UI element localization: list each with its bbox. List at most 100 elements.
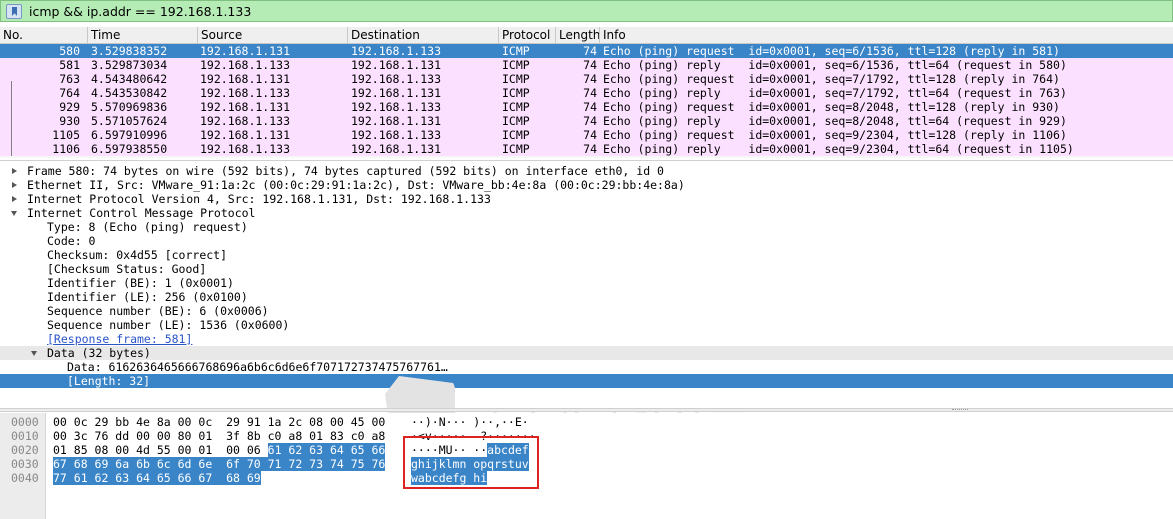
- packet-list[interactable]: No. Time Source Destination Protocol Len…: [0, 27, 1173, 158]
- packet-info: Echo (ping) request id=0x0001, seq=7/179…: [603, 72, 1060, 86]
- detail-row[interactable]: Frame 580: 74 bytes on wire (592 bits), …: [0, 164, 1173, 178]
- packet-time: 3.529873034: [91, 58, 168, 72]
- packet-info: Echo (ping) request id=0x0001, seq=9/230…: [603, 128, 1067, 142]
- packet-row[interactable]: 764 4.543530842 192.168.1.133 192.168.1.131…: [0, 86, 1173, 100]
- column-length[interactable]: Length: [555, 27, 599, 44]
- detail-row[interactable]: Internet Protocol Version 4, Src: 192.16…: [0, 192, 1173, 206]
- expand-arrow-icon[interactable]: [11, 211, 17, 216]
- packet-time: 5.571057624: [91, 114, 168, 128]
- hex-line[interactable]: 77 61 62 63 64 65 66 67 68 69: [53, 471, 261, 485]
- packet-row[interactable]: 763 4.543480642 192.168.1.131 192.168.1.133…: [0, 72, 1173, 86]
- packet-row[interactable]: 1105 6.597910996 192.168.1.131 192.168.1.13…: [0, 128, 1173, 142]
- hex-line[interactable]: 01 85 08 00 4d 55 00 01 00 06 61 62 63 6…: [53, 443, 386, 457]
- response-frame-link[interactable]: [Response frame: 581]: [47, 332, 192, 346]
- column-protocol[interactable]: Protocol: [498, 27, 555, 44]
- packet-info: Echo (ping) reply id=0x0001, seq=6/1536,…: [603, 58, 1067, 72]
- hex-line[interactable]: 67 68 69 6a 6b 6c 6d 6e 6f 70 71 72 73 7…: [53, 457, 386, 471]
- detail-row[interactable]: Identifier (BE): 1 (0x0001): [0, 276, 1173, 290]
- packet-length: 74: [583, 72, 597, 86]
- packet-source: 192.168.1.131: [200, 72, 291, 86]
- byte-offset: 0040: [11, 471, 39, 485]
- packet-row[interactable]: 930 5.571057624 192.168.1.133 192.168.1.131…: [0, 114, 1173, 128]
- packet-source: 192.168.1.131: [200, 100, 291, 114]
- detail-row[interactable]: [Response frame: 581]: [0, 332, 1173, 346]
- packet-source: 192.168.1.131: [200, 128, 291, 142]
- packet-length: 74: [583, 128, 597, 142]
- packet-protocol: ICMP: [502, 114, 530, 128]
- packet-no: 1105: [52, 128, 80, 142]
- packet-time: 6.597938550: [91, 142, 168, 156]
- packet-info: Echo (ping) reply id=0x0001, seq=8/2048,…: [603, 114, 1067, 128]
- detail-row[interactable]: Identifier (LE): 256 (0x0100): [0, 290, 1173, 304]
- packet-info: Echo (ping) reply id=0x0001, seq=9/2304,…: [603, 142, 1074, 156]
- packet-protocol: ICMP: [502, 86, 530, 100]
- packet-row[interactable]: 581 3.529873034 192.168.1.133 192.168.1.131…: [0, 58, 1173, 72]
- packet-protocol: ICMP: [502, 128, 530, 142]
- packet-length: 74: [583, 142, 597, 156]
- packet-source: 192.168.1.131: [200, 44, 291, 58]
- column-no[interactable]: No.: [0, 27, 87, 44]
- pane-splitter[interactable]: [0, 408, 1173, 412]
- detail-text: Data: 6162636465666768696a6b6c6d6e6f7071…: [67, 360, 448, 374]
- detail-row[interactable]: Ethernet II, Src: VMware_91:1a:2c (00:0c…: [0, 178, 1173, 192]
- detail-text: Sequence number (BE): 6 (0x0006): [47, 304, 269, 318]
- detail-text: Ethernet II, Src: VMware_91:1a:2c (00:0c…: [27, 178, 685, 192]
- detail-row[interactable]: Data: 6162636465666768696a6b6c6d6e6f7071…: [0, 360, 1173, 374]
- packet-destination: 192.168.1.133: [351, 44, 442, 58]
- packet-time: 3.529838352: [91, 44, 168, 58]
- packet-length: 74: [583, 100, 597, 114]
- packet-destination: 192.168.1.133: [351, 72, 442, 86]
- detail-row[interactable]: Sequence number (BE): 6 (0x0006): [0, 304, 1173, 318]
- collapse-arrow-icon[interactable]: [12, 168, 17, 174]
- collapse-arrow-icon[interactable]: [12, 182, 17, 188]
- detail-text: [Checksum Status: Good]: [47, 262, 207, 276]
- expand-arrow-icon[interactable]: [31, 351, 37, 356]
- packet-row[interactable]: 1106 6.597938550 192.168.1.133 192.168.1.13…: [0, 142, 1173, 156]
- column-destination[interactable]: Destination: [347, 27, 498, 44]
- detail-text: [Length: 32]: [67, 374, 151, 388]
- packet-length: 74: [583, 86, 597, 100]
- byte-offset: 0020: [11, 443, 39, 457]
- packet-no: 930: [59, 114, 80, 128]
- packet-no: 764: [59, 86, 80, 100]
- column-info[interactable]: Info: [599, 27, 1173, 44]
- hex-line[interactable]: 00 3c 76 dd 00 00 80 01 3f 8b c0 a8 01 8…: [53, 429, 385, 443]
- detail-text: Identifier (LE): 256 (0x0100): [47, 290, 248, 304]
- column-time[interactable]: Time: [87, 27, 197, 44]
- packet-row[interactable]: 580 3.529838352 192.168.1.131 192.168.1.133…: [0, 44, 1173, 58]
- detail-row[interactable]: Code: 0: [0, 234, 1173, 248]
- packet-length: 74: [583, 58, 597, 72]
- detail-text: Code: 0: [47, 234, 96, 248]
- collapse-arrow-icon[interactable]: [12, 196, 17, 202]
- ascii-line[interactable]: ··)·N··· )··,··E·: [411, 415, 529, 429]
- bookmark-icon[interactable]: [6, 4, 22, 19]
- byte-offset: 0000: [11, 415, 39, 429]
- packet-no: 1106: [52, 142, 80, 156]
- detail-row[interactable]: Type: 8 (Echo (ping) request): [0, 220, 1173, 234]
- detail-text: Identifier (BE): 1 (0x0001): [47, 276, 234, 290]
- detail-row[interactable]: [Checksum Status: Good]: [0, 262, 1173, 276]
- packet-length: 74: [583, 44, 597, 58]
- packet-destination: 192.168.1.131: [351, 58, 442, 72]
- packet-time: 4.543480642: [91, 72, 168, 86]
- detail-row[interactable]: Checksum: 0x4d55 [correct]: [0, 248, 1173, 262]
- packet-row[interactable]: 929 5.570969836 192.168.1.131 192.168.1.133…: [0, 100, 1173, 114]
- display-filter-bar[interactable]: icmp && ip.addr == 192.168.1.133: [0, 0, 1173, 22]
- packet-protocol: ICMP: [502, 100, 530, 114]
- packet-destination: 192.168.1.131: [351, 86, 442, 100]
- detail-row[interactable]: [Length: 32]: [0, 374, 1173, 388]
- column-source[interactable]: Source: [197, 27, 347, 44]
- packet-info: Echo (ping) request id=0x0001, seq=6/153…: [603, 44, 1060, 58]
- hex-line[interactable]: 00 0c 29 bb 4e 8a 00 0c 29 91 1a 2c 08 0…: [53, 415, 385, 429]
- display-filter-input[interactable]: icmp && ip.addr == 192.168.1.133: [29, 4, 251, 19]
- detail-row[interactable]: Sequence number (LE): 1536 (0x0600): [0, 318, 1173, 332]
- packet-source: 192.168.1.133: [200, 142, 291, 156]
- packet-bytes-pane[interactable]: 0000 0010 0020 0030 0040 00 0c 29 bb 4e 8a 0…: [0, 413, 1173, 519]
- packet-no: 929: [59, 100, 80, 114]
- packet-protocol: ICMP: [502, 58, 530, 72]
- detail-text: Internet Protocol Version 4, Src: 192.16…: [27, 192, 491, 206]
- detail-row[interactable]: Internet Control Message Protocol: [0, 206, 1173, 220]
- detail-row[interactable]: Data (32 bytes): [0, 346, 1173, 360]
- packet-details-pane[interactable]: Frame 580: 74 bytes on wire (592 bits), …: [0, 160, 1173, 466]
- packet-destination: 192.168.1.133: [351, 100, 442, 114]
